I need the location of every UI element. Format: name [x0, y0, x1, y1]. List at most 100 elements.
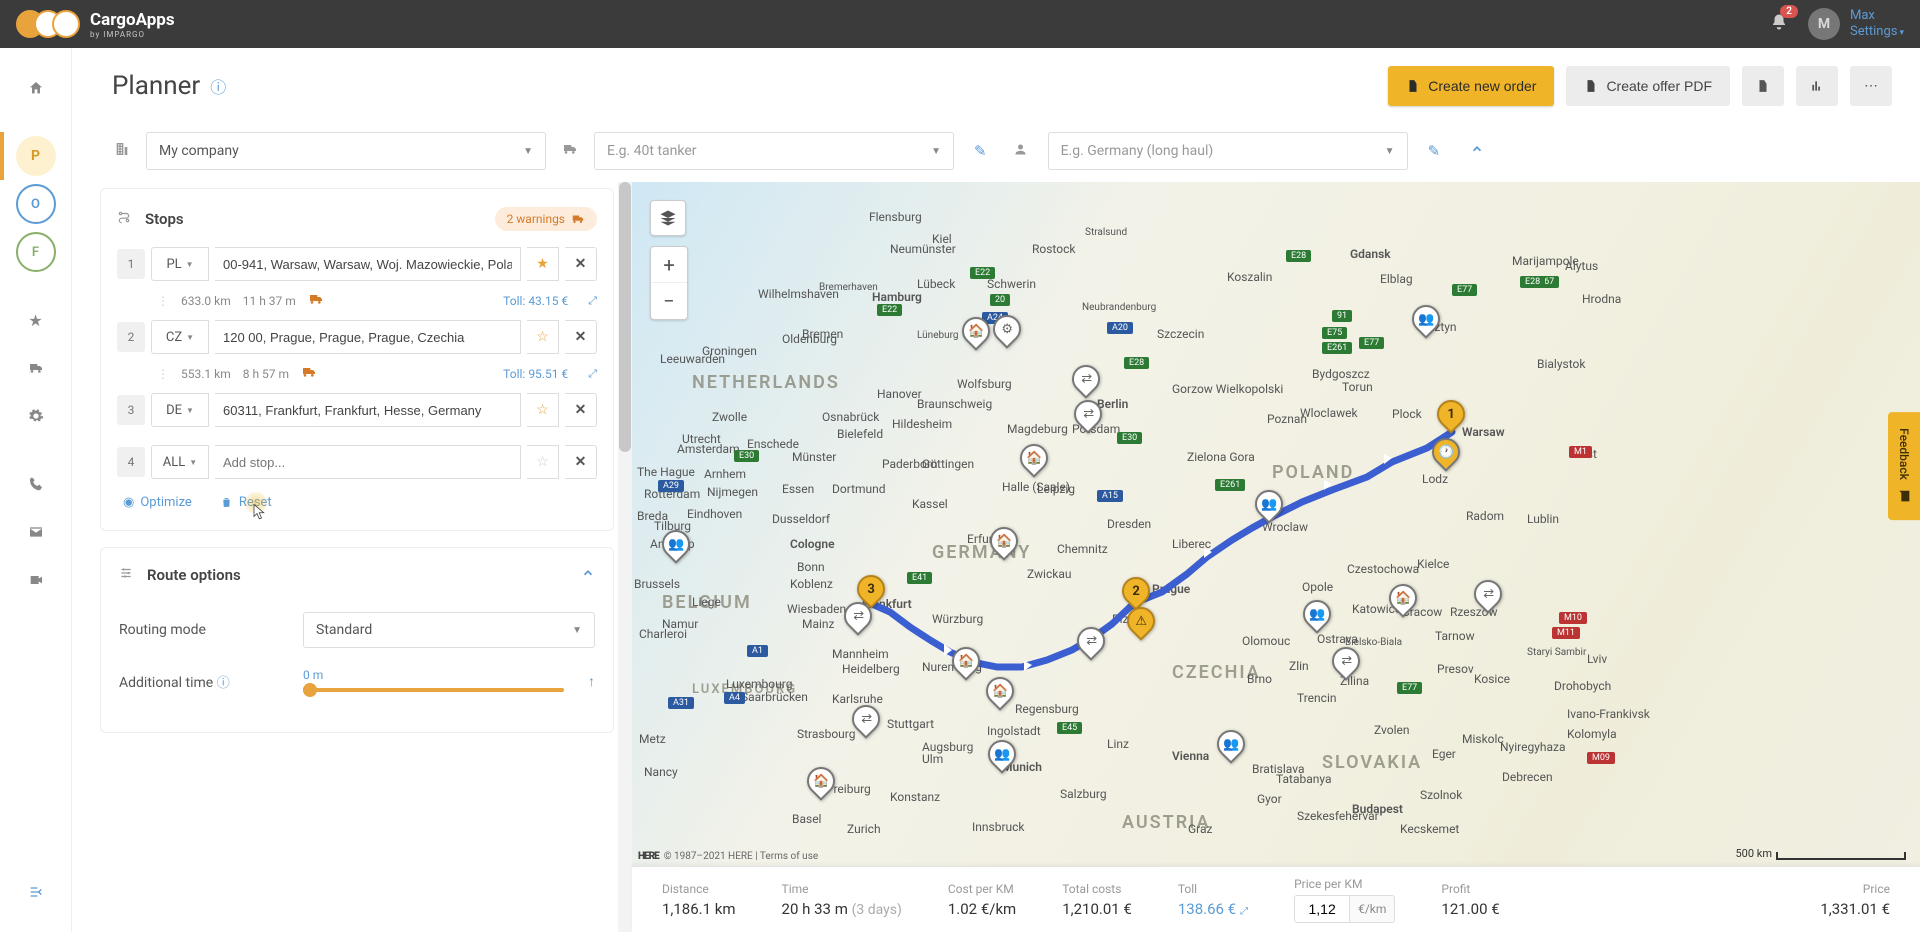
- profile-edit-icon[interactable]: ✎: [1422, 136, 1447, 166]
- title-info-icon[interactable]: ⓘ: [210, 74, 226, 98]
- route-options-header[interactable]: Route options: [119, 566, 595, 584]
- country-select[interactable]: CZ▼: [151, 320, 209, 354]
- more-icon-button[interactable]: ⋯: [1850, 66, 1892, 106]
- favorite-icon[interactable]: ★: [527, 247, 559, 281]
- stat-label: Total costs: [1062, 882, 1132, 896]
- country-select-all[interactable]: ALL▼: [151, 445, 209, 479]
- create-pdf-button[interactable]: Create offer PDF: [1566, 66, 1730, 106]
- reset-button[interactable]: Reset: [220, 495, 272, 510]
- stops-card: Stops 2 warnings 1 PL▼ ★ ✕ ⋮ 633.0 k: [100, 188, 614, 531]
- notifications-button[interactable]: 2: [1770, 13, 1788, 35]
- stat-toll[interactable]: 138.66 €⤢: [1178, 900, 1248, 918]
- driver-icon[interactable]: [1007, 136, 1034, 167]
- favorite-icon[interactable]: ☆: [527, 320, 559, 354]
- sidebar-settings[interactable]: [16, 396, 56, 436]
- favorite-icon[interactable]: ☆: [527, 393, 559, 427]
- page-title: Planner: [112, 71, 200, 101]
- app-header: CargoApps by IMPARGO 2 M Max Settings: [0, 0, 1920, 48]
- price-unit: €/km: [1350, 895, 1395, 923]
- address-input[interactable]: [215, 393, 521, 427]
- brand-logo[interactable]: CargoApps by IMPARGO: [16, 10, 175, 39]
- company-select[interactable]: My company ▼: [146, 132, 546, 170]
- collapse-icon[interactable]: [581, 566, 595, 584]
- remove-stop-icon[interactable]: ✕: [565, 247, 597, 281]
- export-icon-button[interactable]: [1742, 66, 1784, 106]
- scroll-thumb[interactable]: [619, 182, 631, 452]
- routing-mode-select[interactable]: Standard ▼: [303, 612, 595, 648]
- stop-handle[interactable]: 3: [117, 395, 145, 425]
- brand-sub: by IMPARGO: [90, 30, 175, 39]
- layers-button[interactable]: [650, 200, 686, 236]
- sidebar-home[interactable]: [16, 68, 56, 108]
- stop-row: 1 PL▼ ★ ✕: [117, 247, 597, 281]
- map-poi[interactable]: 🏠: [1014, 438, 1054, 478]
- additional-time-slider[interactable]: 0 m: [303, 670, 564, 692]
- scroll-track[interactable]: [618, 182, 632, 932]
- stat-label: Toll: [1178, 882, 1248, 896]
- map-poi[interactable]: ⇄: [1071, 621, 1111, 661]
- stat-profit: 121.00 €: [1441, 900, 1499, 918]
- feedback-tab[interactable]: Feedback: [1888, 412, 1920, 520]
- address-input[interactable]: [215, 247, 521, 281]
- map-poi[interactable]: 🏠: [946, 641, 986, 681]
- sidebar-truck[interactable]: [16, 348, 56, 388]
- remove-stop-icon[interactable]: ✕: [565, 393, 597, 427]
- map-poi[interactable]: ⇄: [1066, 359, 1106, 399]
- stop-handle[interactable]: 1: [117, 249, 145, 279]
- map-marker-warning[interactable]: ⚠: [1121, 601, 1161, 641]
- sidebar-collapse[interactable]: [16, 872, 56, 912]
- stop-handle[interactable]: 4: [117, 447, 145, 477]
- zoom-out-button[interactable]: −: [651, 283, 687, 319]
- create-order-button[interactable]: Create new order: [1388, 66, 1554, 106]
- toll-link[interactable]: Toll: 43.15 €: [503, 294, 568, 308]
- price-per-km-input[interactable]: [1294, 895, 1350, 923]
- sidebar-f[interactable]: F: [16, 232, 56, 272]
- add-stop-input[interactable]: [215, 445, 521, 479]
- map-marker-clock[interactable]: 🕐: [1426, 432, 1466, 472]
- map-controls: + −: [650, 200, 688, 320]
- vehicle-edit-icon[interactable]: ✎: [968, 136, 993, 166]
- map-poi[interactable]: 👥: [1249, 484, 1289, 524]
- left-panel: Stops 2 warnings 1 PL▼ ★ ✕ ⋮ 633.0 k: [72, 182, 632, 932]
- expand-icon[interactable]: ⤢: [588, 367, 597, 381]
- vehicle-select[interactable]: E.g. 40t tanker ▼: [594, 132, 954, 170]
- zoom-in-button[interactable]: +: [651, 247, 687, 283]
- chart-icon-button[interactable]: [1796, 66, 1838, 106]
- stop-handle[interactable]: 2: [117, 322, 145, 352]
- remove-stop-icon[interactable]: ✕: [565, 320, 597, 354]
- map-poi[interactable]: 🏠: [980, 671, 1020, 711]
- map[interactable]: NETHERLANDS GERMANY BELGIUM LUXEMBOURG P…: [632, 182, 1920, 932]
- collapse-selector-icon[interactable]: [1464, 136, 1490, 166]
- info-icon[interactable]: ⓘ: [217, 676, 230, 691]
- stat-label: Cost per KM: [948, 882, 1016, 896]
- leg-time: 11 h 37 m: [243, 294, 296, 308]
- optimize-button[interactable]: ◉Optimize: [123, 495, 192, 510]
- clear-stop-icon[interactable]: ✕: [565, 445, 597, 479]
- user-menu[interactable]: M Max Settings: [1808, 8, 1904, 40]
- map-poi[interactable]: 👥: [1211, 724, 1251, 764]
- routing-mode-label: Routing mode: [119, 622, 289, 638]
- favorite-icon[interactable]: ☆: [527, 445, 559, 479]
- profile-placeholder: E.g. Germany (long haul): [1061, 143, 1214, 159]
- map-marker-2[interactable]: 2: [1116, 571, 1156, 611]
- sidebar-video[interactable]: [16, 560, 56, 600]
- sidebar-mail[interactable]: [16, 512, 56, 552]
- country-select[interactable]: PL▼: [151, 247, 209, 281]
- settings-link[interactable]: Settings: [1850, 24, 1904, 40]
- sidebar-phone[interactable]: [16, 464, 56, 504]
- slider-reset-icon[interactable]: ↑: [588, 673, 595, 690]
- country-label: SLOVAKIA: [1322, 752, 1422, 773]
- map-poi[interactable]: 👥: [1297, 594, 1337, 634]
- warnings-badge[interactable]: 2 warnings: [495, 207, 597, 231]
- address-input[interactable]: [215, 320, 521, 354]
- expand-icon[interactable]: ⤢: [588, 294, 597, 308]
- toll-link[interactable]: Toll: 95.51 €: [503, 367, 568, 381]
- sidebar-star[interactable]: ★: [16, 300, 56, 340]
- stat-cost-km: 1.02 €/km: [948, 900, 1016, 918]
- sidebar-o[interactable]: O: [16, 184, 56, 224]
- country-select[interactable]: DE▼: [151, 393, 209, 427]
- add-stop-row: 4 ALL▼ ☆ ✕: [117, 445, 597, 479]
- map-attribution: HERE © 1987–2021 HERE | Terms of use: [638, 851, 818, 862]
- sidebar-planner[interactable]: P: [16, 136, 56, 176]
- profile-select[interactable]: E.g. Germany (long haul) ▼: [1048, 132, 1408, 170]
